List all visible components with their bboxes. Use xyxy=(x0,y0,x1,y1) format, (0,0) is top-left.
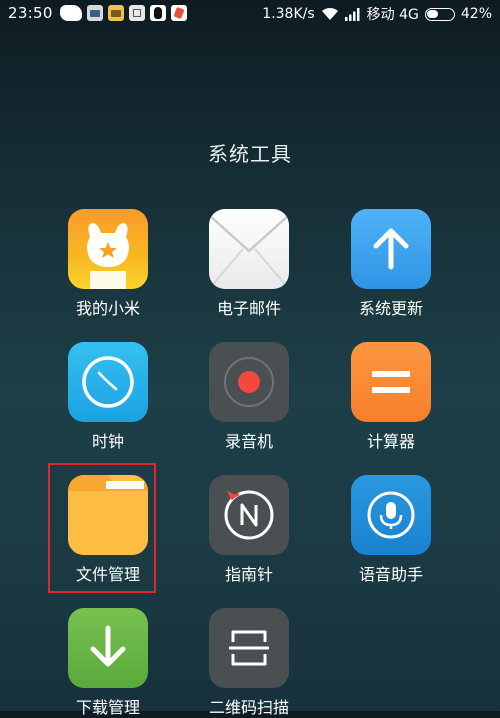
battery-percent: 42% xyxy=(460,6,492,22)
compass-icon xyxy=(209,475,289,555)
mi-bunny-icon xyxy=(68,209,148,289)
app-label: 二维码扫描 xyxy=(208,698,289,717)
app-label: 电子邮件 xyxy=(216,299,281,318)
mail-envelope-icon xyxy=(209,209,289,289)
app-voice-assistant[interactable]: 语音助手 xyxy=(326,475,456,585)
scan-icon xyxy=(209,608,289,688)
app-compass[interactable]: 指南针 xyxy=(184,475,314,585)
clock-icon xyxy=(68,342,148,422)
status-time: 23:50 xyxy=(8,4,53,22)
network-speed: 1.38K/s xyxy=(262,6,315,22)
app-system-update[interactable]: 系统更新 xyxy=(326,209,456,319)
app-my-xiaomi[interactable]: 我的小米 xyxy=(43,209,173,319)
app-label: 下载管理 xyxy=(75,698,140,717)
redacted-icon xyxy=(59,5,82,21)
highlight-box xyxy=(48,463,156,593)
carrier-label: 移动 4G xyxy=(366,7,419,23)
app-calculator[interactable]: 计算器 xyxy=(326,342,456,452)
record-icon xyxy=(209,342,289,422)
app-recorder[interactable]: 录音机 xyxy=(184,342,314,452)
microphone-icon xyxy=(351,475,431,555)
download-icon xyxy=(68,608,148,688)
notification-app-icon xyxy=(128,5,145,21)
app-qr-scanner[interactable]: 二维码扫描 xyxy=(184,608,314,718)
app-label: 计算器 xyxy=(366,432,415,451)
notification-app-icon xyxy=(86,5,103,21)
app-label: 语音助手 xyxy=(358,565,423,584)
equals-icon xyxy=(351,342,431,422)
folder-title[interactable]: 系统工具 xyxy=(0,138,500,167)
battery-icon xyxy=(424,7,455,21)
up-arrow-icon xyxy=(351,209,431,289)
signal-icon xyxy=(344,7,360,21)
app-download-manager[interactable]: 下载管理 xyxy=(43,608,173,718)
status-right: 1.38K/s 移动 4G 42% xyxy=(262,4,492,24)
app-label: 录音机 xyxy=(224,432,273,451)
app-label: 时钟 xyxy=(91,432,124,451)
notification-app-icon xyxy=(170,5,187,21)
status-bar: 23:50 1.38K/s 移动 4G 42% xyxy=(0,0,500,30)
app-label: 指南针 xyxy=(224,565,273,584)
app-clock[interactable]: 时钟 xyxy=(43,342,173,452)
app-label: 系统更新 xyxy=(358,299,423,318)
qq-penguin-icon xyxy=(149,5,166,21)
wifi-icon xyxy=(321,7,338,20)
notification-app-icon xyxy=(107,5,124,21)
app-label: 我的小米 xyxy=(75,299,140,318)
app-email[interactable]: 电子邮件 xyxy=(184,209,314,319)
status-left: 23:50 xyxy=(8,4,187,22)
